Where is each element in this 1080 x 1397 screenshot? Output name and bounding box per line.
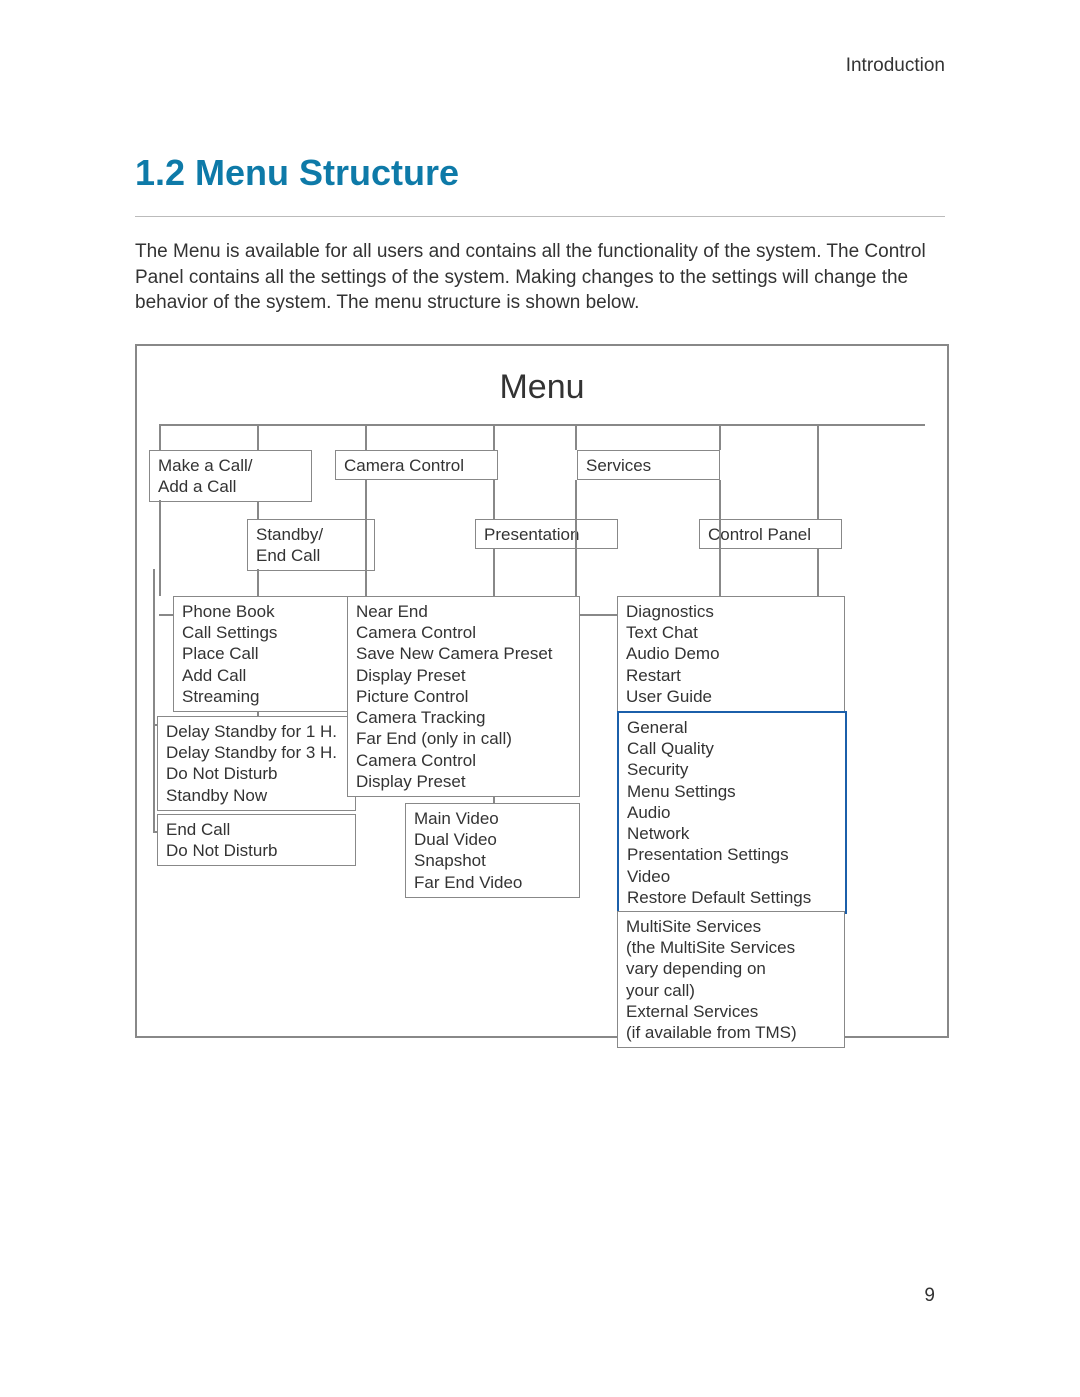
page-number: 9 — [924, 1285, 935, 1307]
menu-structure-diagram: Menu Make a Call/ Add a Call Camera Cont… — [135, 344, 949, 1038]
section-title: 1.2 Menu Structure — [135, 152, 945, 194]
box-diagnostics: Diagnostics Text Chat Audio Demo Restart… — [617, 596, 845, 712]
box-multisite: MultiSite Services (the MultiSite Servic… — [617, 911, 845, 1049]
box-delay-standby: Delay Standby for 1 H. Delay Standby for… — [157, 716, 356, 811]
box-video: Main Video Dual Video Snapshot Far End V… — [405, 803, 580, 898]
box-standby-endcall: Standby/ End Call — [247, 519, 375, 572]
box-nearend-farend: Near End Camera Control Save New Camera … — [347, 596, 580, 797]
box-services: Services — [577, 450, 720, 480]
section-rule — [135, 216, 945, 217]
box-phonebook: Phone Book Call Settings Place Call Add … — [173, 596, 356, 712]
diagram-root-label: Menu — [137, 368, 947, 407]
intro-paragraph: The Menu is available for all users and … — [135, 239, 945, 316]
box-camera-control: Camera Control — [335, 450, 498, 480]
box-endcall-dnd: End Call Do Not Disturb — [157, 814, 356, 867]
page-header-label: Introduction — [135, 55, 945, 77]
box-settings: General Call Quality Security Menu Setti… — [617, 711, 847, 914]
box-presentation: Presentation — [475, 519, 618, 549]
box-make-call: Make a Call/ Add a Call — [149, 450, 312, 503]
